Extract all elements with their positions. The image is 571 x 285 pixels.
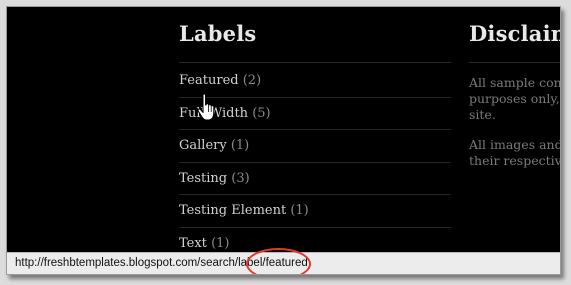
disclaimer-line: All sample con (469, 75, 561, 90)
browser-window: Labels Featured (2) Full Width (5) Galle… (6, 6, 561, 275)
label-item-testing: Testing (3) (179, 163, 451, 195)
label-link-gallery[interactable]: Gallery (179, 138, 227, 153)
disclaimer-widget-title: Disclaime (469, 21, 560, 46)
label-count: (1) (230, 138, 250, 153)
browser-status-bar: http://freshbtemplates.blogspot.com/sear… (7, 248, 560, 274)
disclaimer-line: site. (469, 107, 496, 122)
label-count: (1) (211, 235, 230, 251)
hand-pointer-icon (197, 93, 215, 121)
label-count: (5) (252, 105, 271, 121)
disclaimer-line: purposes only, (469, 91, 560, 106)
label-link-testing-element[interactable]: Testing Element (179, 203, 286, 218)
labels-widget-title: Labels (179, 21, 257, 46)
page-content: Labels Featured (2) Full Width (5) Galle… (7, 7, 561, 260)
highlight-annotation-circle (246, 248, 311, 274)
label-link-featured[interactable]: Featured (179, 73, 239, 88)
label-item-gallery: Gallery (1) (179, 130, 451, 163)
label-link-testing[interactable]: Testing (179, 171, 227, 186)
disclaimer-line: All images and (469, 137, 561, 152)
label-link-text[interactable]: Text (179, 236, 207, 251)
title-divider (469, 62, 560, 63)
disclaimer-widget: Disclaime All sample con purposes only, … (469, 21, 561, 169)
label-count: (1) (290, 203, 309, 218)
label-item-testing-element: Testing Element (1) (179, 195, 451, 228)
disclaimer-paragraph-2: All images and their respective (469, 137, 561, 169)
label-count: (2) (242, 73, 262, 88)
labels-widget: Labels Featured (2) Full Width (5) Galle… (179, 21, 451, 260)
disclaimer-paragraph-1: All sample con purposes only, site. (469, 75, 561, 123)
disclaimer-line: their respective (469, 153, 561, 168)
label-count: (3) (231, 170, 250, 186)
